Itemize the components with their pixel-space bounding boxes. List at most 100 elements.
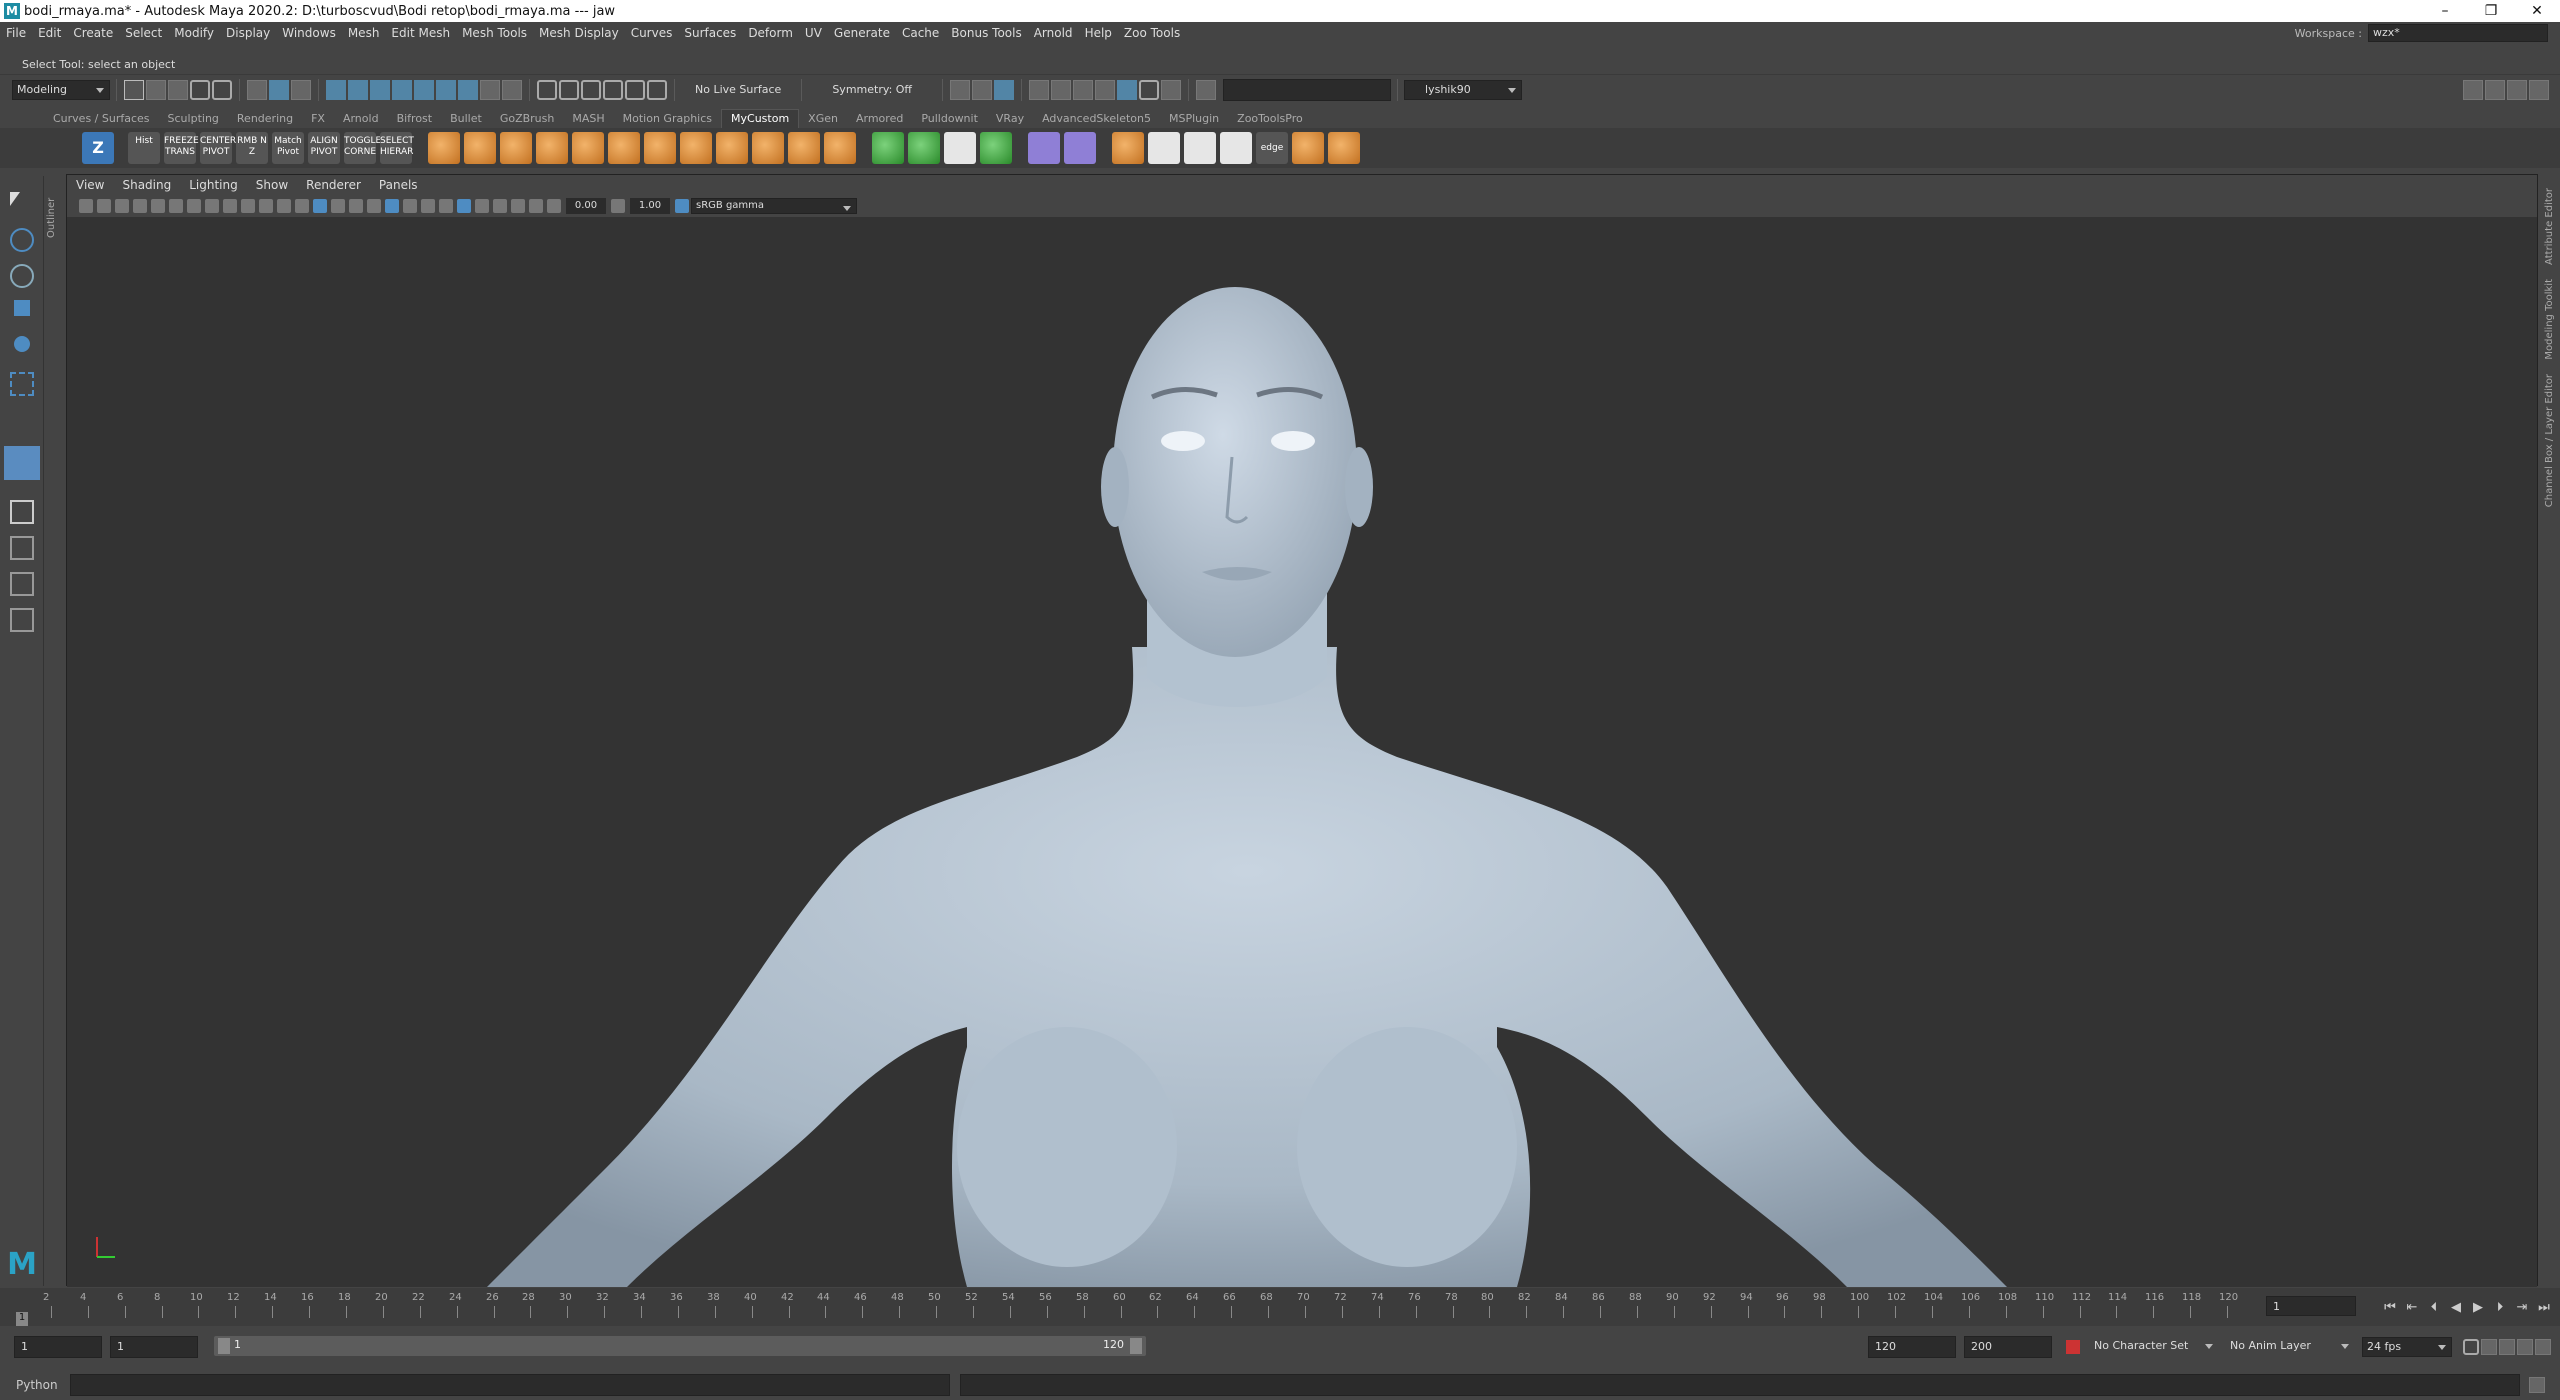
rmb-button[interactable]: RMB N Z	[236, 132, 268, 164]
bevel-icon[interactable]	[752, 132, 784, 164]
menu-mesh-display[interactable]: Mesh Display	[533, 26, 625, 40]
toggle-panel-3-icon[interactable]	[2507, 79, 2527, 100]
lasso-2-icon[interactable]	[559, 79, 579, 100]
viewport-menu-lighting[interactable]: Lighting	[180, 178, 247, 192]
render-frame-icon[interactable]	[950, 79, 971, 100]
outliner-tab[interactable]: Outliner	[46, 178, 62, 238]
save-scene-icon[interactable]	[168, 79, 188, 100]
extract-icon[interactable]	[644, 132, 676, 164]
palette-icon[interactable]	[1328, 132, 1360, 164]
select-hierarchy-button[interactable]: SELECT HIERAR	[380, 132, 414, 164]
smooth-shade-icon[interactable]	[313, 199, 327, 213]
lock-icon[interactable]	[480, 79, 500, 100]
xray-icon[interactable]	[493, 199, 507, 213]
shelf-tab[interactable]: MSPlugin	[1160, 110, 1228, 128]
play-backward-icon[interactable]: ◀	[2448, 1300, 2464, 1316]
menu-help[interactable]: Help	[1079, 26, 1118, 40]
cube-icon[interactable]	[464, 132, 496, 164]
depth-of-field-icon[interactable]	[457, 199, 471, 213]
toggle-panel-2-icon[interactable]	[2485, 79, 2505, 100]
menu-bonus-tools[interactable]: Bonus Tools	[945, 26, 1027, 40]
motion-blur-icon[interactable]	[421, 199, 435, 213]
toggle-panel-4-icon[interactable]	[2529, 79, 2549, 100]
boolean-icon[interactable]	[680, 132, 712, 164]
command-input[interactable]	[69, 1374, 950, 1396]
channel-box-tab[interactable]: Channel Box / Layer Editor	[2544, 374, 2555, 507]
snap-vertex-icon[interactable]	[436, 79, 456, 100]
shelf-tab[interactable]: Sculpting	[159, 110, 228, 128]
two-view-icon[interactable]	[10, 572, 34, 596]
gate-mask-icon[interactable]	[241, 199, 255, 213]
match-pivot-button[interactable]: Match Pivot	[272, 132, 304, 164]
film-gate-icon[interactable]	[205, 199, 219, 213]
menu-cache[interactable]: Cache	[896, 26, 945, 40]
viewport-menu-view[interactable]: View	[67, 178, 113, 192]
gamma-field[interactable]: 1.00	[630, 198, 670, 214]
globe-icon[interactable]	[1117, 79, 1138, 100]
viewport-menu-show[interactable]: Show	[247, 178, 297, 192]
range-start-handle[interactable]	[218, 1338, 230, 1354]
open-scene-icon[interactable]	[146, 79, 166, 100]
start-time-field[interactable]: 1	[14, 1336, 102, 1358]
lasso-icon[interactable]	[537, 79, 557, 100]
menu-create[interactable]: Create	[67, 26, 119, 40]
sound-icon[interactable]	[2481, 1339, 2497, 1355]
menu-windows[interactable]: Windows	[276, 26, 342, 40]
menu-edit[interactable]: Edit	[32, 26, 67, 40]
smooth-icon[interactable]	[872, 132, 904, 164]
shelf-tab[interactable]: ZooToolsPro	[1228, 110, 1312, 128]
close-button[interactable]: ✕	[2514, 0, 2560, 22]
auto-key-icon[interactable]	[2066, 1340, 2080, 1354]
new-scene-icon[interactable]	[124, 79, 144, 100]
shelf-tab[interactable]: Bifrost	[388, 110, 442, 128]
rotate-tool-icon[interactable]	[14, 336, 30, 352]
menu-display[interactable]: Display	[220, 26, 276, 40]
go-to-start-icon[interactable]: ⏮	[2382, 1300, 2398, 1316]
select-component-icon[interactable]	[291, 79, 311, 100]
menu-mesh-tools[interactable]: Mesh Tools	[456, 26, 533, 40]
menu-arnold[interactable]: Arnold	[1028, 26, 1079, 40]
menu-mesh[interactable]: Mesh	[342, 26, 386, 40]
ipr-icon[interactable]	[972, 79, 993, 100]
menu-set-dropdown[interactable]: Modeling	[12, 79, 110, 100]
default-material-icon[interactable]	[331, 199, 345, 213]
play-forward-icon[interactable]: ▶	[2470, 1300, 2486, 1316]
four-view-icon[interactable]	[10, 536, 34, 560]
attribute-editor-tab[interactable]: Attribute Editor	[2544, 188, 2555, 265]
viewport-menu-renderer[interactable]: Renderer	[297, 178, 370, 192]
image-plane-icon[interactable]	[133, 199, 147, 213]
range-end-handle[interactable]	[1130, 1338, 1142, 1354]
lasso-3-icon[interactable]	[581, 79, 601, 100]
menu-uv[interactable]: UV	[799, 26, 828, 40]
combine-icon[interactable]	[572, 132, 604, 164]
go-to-end-icon[interactable]: ⏭	[2536, 1300, 2552, 1316]
paint-select-icon[interactable]	[10, 264, 34, 288]
relax-icon[interactable]	[908, 132, 940, 164]
shelf-tab[interactable]: VRay	[987, 110, 1033, 128]
menu-file[interactable]: File	[0, 26, 32, 40]
undo-icon[interactable]	[190, 79, 210, 100]
anim-layer-dropdown[interactable]: No Anim Layer	[2226, 1337, 2354, 1357]
lattice-icon[interactable]	[1028, 132, 1060, 164]
isolate-select-icon[interactable]	[475, 199, 489, 213]
current-time-marker[interactable]: 1	[16, 1312, 28, 1326]
user-account-dropdown[interactable]: lyshik90	[1404, 79, 1523, 100]
anim-start-field[interactable]: 1	[110, 1336, 198, 1358]
menu-select[interactable]: Select	[119, 26, 168, 40]
exposure-icon[interactable]	[547, 199, 561, 213]
eye-icon[interactable]	[1220, 132, 1252, 164]
lights-icon[interactable]	[367, 199, 381, 213]
shelf-tab[interactable]: Motion Graphics	[614, 110, 721, 128]
range-slider[interactable]: 1 120	[214, 1336, 1146, 1356]
snap-curve-icon[interactable]	[348, 79, 368, 100]
grid-2-icon[interactable]	[1051, 79, 1072, 100]
hexagon-icon[interactable]	[1148, 132, 1180, 164]
lasso-tool-icon[interactable]	[10, 228, 34, 252]
center-pivot-button[interactable]: CENTER PIVOT	[200, 132, 236, 164]
viewport-menu-panels[interactable]: Panels	[370, 178, 427, 192]
shelf-tab[interactable]: GoZBrush	[491, 110, 564, 128]
extrude-icon[interactable]	[788, 132, 820, 164]
toggle-corner-button[interactable]: TOGGLE CORNE	[344, 132, 381, 164]
colorspace-dropdown[interactable]: sRGB gamma	[691, 198, 857, 214]
shelf-tab[interactable]: MASH	[563, 110, 613, 128]
